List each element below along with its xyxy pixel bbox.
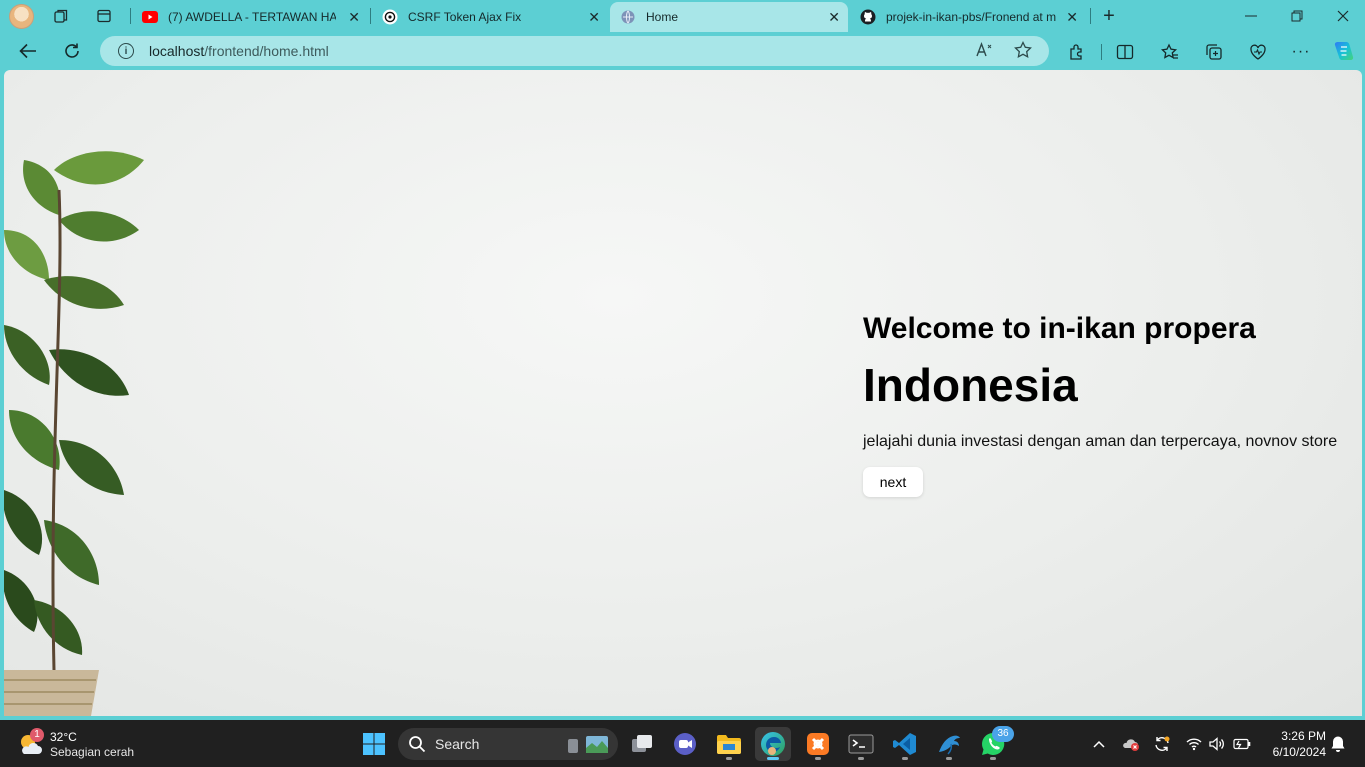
next-button[interactable]: next <box>863 467 923 497</box>
favorites-icon[interactable] <box>1159 41 1181 63</box>
browser-toolbar: i localhost/frontend/home.html ··· <box>0 32 1365 70</box>
tab-title: projek-in-ikan-pbs/Fronend at m <box>886 10 1057 24</box>
minimize-icon[interactable] <box>1228 0 1274 32</box>
show-hidden-icons-chevron-icon[interactable] <box>1089 734 1109 754</box>
favorite-star-icon[interactable] <box>1014 40 1032 63</box>
task-view-icon[interactable] <box>624 727 660 761</box>
taskbar-search[interactable]: Search <box>398 728 618 760</box>
github-icon <box>860 9 876 25</box>
site-info-icon[interactable]: i <box>118 43 134 59</box>
edge-browser-icon[interactable] <box>755 727 791 761</box>
clock-date: 6/10/2024 <box>1272 745 1326 759</box>
weather-desc: Sebagian cerah <box>50 745 135 759</box>
profile-avatar[interactable] <box>9 4 34 29</box>
browser-essentials-icon[interactable] <box>1247 41 1269 63</box>
tab-home[interactable]: Home ✕ <box>610 2 848 32</box>
xampp-icon[interactable] <box>800 727 836 761</box>
taskbar: 1 32°C Sebagian cerah Search 36 3:26 PM … <box>0 720 1365 767</box>
search-label: Search <box>435 736 480 752</box>
tab-github[interactable]: projek-in-ikan-pbs/Fronend at m ✕ <box>850 2 1086 32</box>
workspaces-icon[interactable] <box>48 3 74 29</box>
wifi-icon[interactable] <box>1184 734 1204 754</box>
search-icon <box>409 736 426 753</box>
read-aloud-icon[interactable] <box>975 41 993 63</box>
new-tab-icon[interactable]: + <box>1096 3 1122 29</box>
file-explorer-icon[interactable] <box>711 727 747 761</box>
weather-temp: 32°C <box>50 730 77 744</box>
tab-title: Home <box>646 10 679 24</box>
tab-bar: (7) AWDELLA - TERTAWAN HATI ( ✕ CSRF Tok… <box>0 0 1365 32</box>
country-heading: Indonesia <box>863 359 1078 411</box>
tab-title: (7) AWDELLA - TERTAWAN HATI ( <box>168 10 336 24</box>
close-tab-icon[interactable]: ✕ <box>828 9 840 26</box>
tab-csrf[interactable]: CSRF Token Ajax Fix ✕ <box>372 2 608 32</box>
sync-update-icon[interactable] <box>1152 734 1172 754</box>
close-tab-icon[interactable]: ✕ <box>588 9 600 26</box>
split-screen-icon[interactable] <box>1114 41 1136 63</box>
tab-youtube[interactable]: (7) AWDELLA - TERTAWAN HATI ( ✕ <box>132 2 368 32</box>
terminal-icon[interactable] <box>843 727 879 761</box>
plant-image <box>4 151 144 716</box>
onedrive-error-icon[interactable] <box>1121 734 1141 754</box>
youtube-icon <box>142 9 158 25</box>
notification-bell-icon[interactable] <box>1328 734 1348 754</box>
close-tab-icon[interactable]: ✕ <box>1066 9 1078 26</box>
teams-meet-icon[interactable] <box>667 727 703 761</box>
back-arrow-icon[interactable] <box>14 37 42 65</box>
collections-icon[interactable] <box>1203 41 1225 63</box>
clock[interactable]: 3:26 PM 6/10/2024 <box>1258 728 1326 760</box>
copilot-icon[interactable] <box>1331 38 1357 64</box>
close-tab-icon[interactable]: ✕ <box>348 9 360 26</box>
weather-badge: 1 <box>30 728 44 742</box>
mysql-workbench-icon[interactable] <box>931 727 967 761</box>
search-highlight-icon <box>568 736 608 753</box>
page-icon <box>620 9 636 25</box>
page-viewport: Welcome to in-ikan propera Indonesia jel… <box>4 70 1362 716</box>
weather-widget[interactable]: 1 32°C Sebagian cerah <box>18 728 158 760</box>
whatsapp-badge: 36 <box>992 726 1014 742</box>
vscode-icon[interactable] <box>887 727 923 761</box>
close-window-icon[interactable] <box>1320 0 1365 32</box>
chatgpt-icon <box>382 9 398 25</box>
start-icon[interactable] <box>356 727 392 761</box>
hero-description: jelajahi dunia investasi dengan aman dan… <box>863 433 1338 450</box>
tab-actions-icon[interactable] <box>91 3 117 29</box>
url-text[interactable]: localhost/frontend/home.html <box>149 43 329 59</box>
welcome-heading: Welcome to in-ikan propera <box>863 312 1256 345</box>
hero-section: Welcome to in-ikan propera Indonesia jel… <box>863 314 1358 497</box>
restore-icon[interactable] <box>1274 0 1320 32</box>
volume-icon[interactable] <box>1207 734 1227 754</box>
clock-time: 3:26 PM <box>1281 729 1326 743</box>
address-bar[interactable]: i localhost/frontend/home.html <box>100 36 1049 66</box>
extensions-icon[interactable] <box>1066 41 1088 63</box>
refresh-icon[interactable] <box>58 37 86 65</box>
battery-icon[interactable] <box>1232 734 1252 754</box>
tab-title: CSRF Token Ajax Fix <box>408 10 522 24</box>
more-menu-icon[interactable]: ··· <box>1290 41 1312 63</box>
